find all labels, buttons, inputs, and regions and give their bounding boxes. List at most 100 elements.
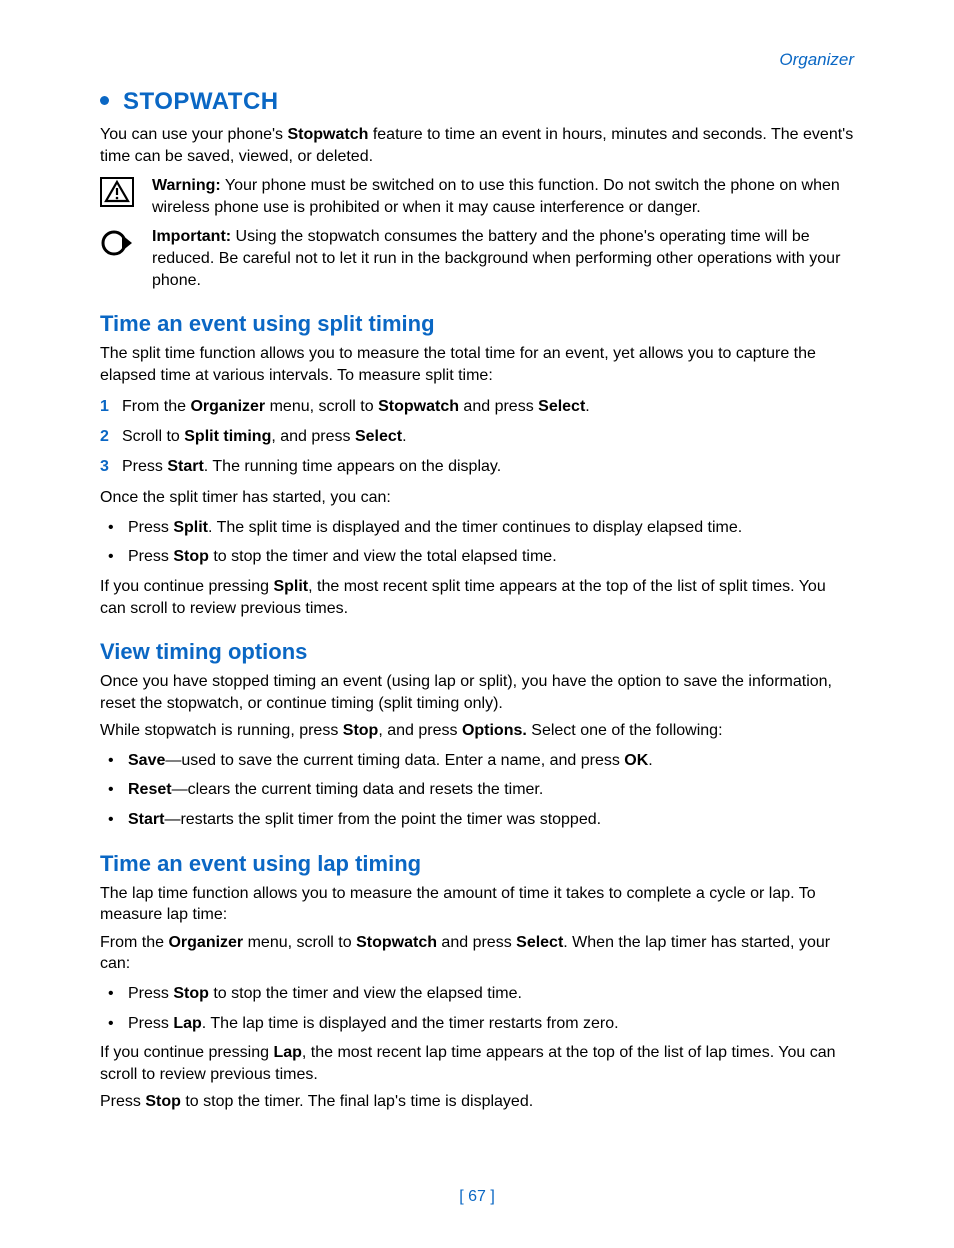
split-bullet-list: Press Split. The split time is displayed… (100, 517, 854, 568)
intro-paragraph: You can use your phone's Stopwatch featu… (100, 124, 854, 167)
split-intro: The split time function allows you to me… (100, 343, 854, 386)
heading-lap-timing: Time an event using lap timing (100, 851, 854, 877)
text: —restarts the split timer from the point… (164, 811, 601, 828)
important-icon (100, 226, 134, 260)
view-bullet-list: Save—used to save the current timing dat… (100, 750, 854, 831)
warning-text: Warning: Your phone must be switched on … (152, 175, 854, 218)
bold-text: Stop (343, 722, 379, 739)
list-item: 3 Press Start. The running time appears … (100, 456, 854, 478)
bold-text: Stopwatch (356, 934, 437, 951)
lap-final: Press Stop to stop the timer. The final … (100, 1091, 854, 1113)
bold-text: Organizer (190, 398, 265, 415)
bold-text: Stop (173, 985, 209, 1002)
text: You can use your phone's (100, 126, 288, 143)
text: While stopwatch is running, press (100, 722, 343, 739)
text: Press (128, 548, 173, 565)
list-item: Save—used to save the current timing dat… (100, 750, 854, 772)
text: . (585, 398, 589, 415)
bold-text: Select (355, 428, 402, 445)
text: Your phone must be switched on to use th… (152, 177, 840, 216)
split-tail: If you continue pressing Split, the most… (100, 576, 854, 619)
lap-p2: From the Organizer menu, scroll to Stopw… (100, 932, 854, 975)
heading-text: Stopwatch (123, 88, 279, 115)
bold-text: Stop (173, 548, 209, 565)
text: Using the stopwatch consumes the battery… (152, 228, 840, 288)
split-after: Once the split timer has started, you ca… (100, 487, 854, 509)
text: Press (100, 1093, 145, 1110)
text: If you continue pressing (100, 1044, 273, 1061)
text: Press (128, 1015, 173, 1032)
text: . (402, 428, 406, 445)
bold-text: Stopwatch (378, 398, 459, 415)
text: and press (437, 934, 516, 951)
view-p1: Once you have stopped timing an event (u… (100, 671, 854, 714)
text: From the (100, 934, 168, 951)
step-number: 1 (100, 396, 109, 418)
text: menu, scroll to (243, 934, 356, 951)
bold-text: Stop (145, 1093, 181, 1110)
bold-text: Save (128, 752, 165, 769)
bold-text: Options. (462, 722, 527, 739)
list-item: Reset—clears the current timing data and… (100, 779, 854, 801)
text: to stop the timer. The final lap's time … (181, 1093, 533, 1110)
text: . (648, 752, 652, 769)
text: , and press (271, 428, 355, 445)
text: Press (128, 985, 173, 1002)
text: menu, scroll to (265, 398, 378, 415)
text: to stop the timer and view the elapsed t… (209, 985, 522, 1002)
text: If you continue pressing (100, 578, 273, 595)
text: Select one of the following: (527, 722, 723, 739)
list-item: 2 Scroll to Split timing, and press Sele… (100, 426, 854, 448)
text: Scroll to (122, 428, 184, 445)
warning-icon (100, 175, 134, 209)
text: . The split time is displayed and the ti… (208, 519, 742, 536)
text: From the (122, 398, 190, 415)
bold-text: Select (516, 934, 563, 951)
page-content: Organizer Stopwatch You can use your pho… (0, 0, 954, 1159)
text: Press (122, 458, 167, 475)
lap-intro: The lap time function allows you to meas… (100, 883, 854, 926)
step-number: 2 (100, 426, 109, 448)
heading-view-options: View timing options (100, 639, 854, 665)
text: , and press (378, 722, 462, 739)
heading-bullet-icon (100, 96, 109, 105)
bold-text: Split (173, 519, 208, 536)
bold-text: Lap (273, 1044, 301, 1061)
important-note: Important: Using the stopwatch consumes … (100, 226, 854, 291)
text: —used to save the current timing data. E… (165, 752, 624, 769)
lap-bullet-list: Press Stop to stop the timer and view th… (100, 983, 854, 1034)
list-item: Press Stop to stop the timer and view th… (100, 546, 854, 568)
bold-text: Start (128, 811, 164, 828)
view-p2: While stopwatch is running, press Stop, … (100, 720, 854, 742)
warning-label: Warning: (152, 177, 221, 194)
bold-text: Split timing (184, 428, 271, 445)
bold-text: Stopwatch (288, 126, 369, 143)
split-steps-list: 1 From the Organizer menu, scroll to Sto… (100, 396, 854, 477)
heading-split-timing: Time an event using split timing (100, 311, 854, 337)
text: to stop the timer and view the total ela… (209, 548, 557, 565)
text: . The running time appears on the displa… (204, 458, 501, 475)
important-text: Important: Using the stopwatch consumes … (152, 226, 854, 291)
bold-text: Reset (128, 781, 172, 798)
lap-tail: If you continue pressing Lap, the most r… (100, 1042, 854, 1085)
bold-text: Split (273, 578, 308, 595)
list-item: Press Stop to stop the timer and view th… (100, 983, 854, 1005)
step-number: 3 (100, 456, 109, 478)
list-item: Press Split. The split time is displayed… (100, 517, 854, 539)
bold-text: Organizer (168, 934, 243, 951)
page-header-section: Organizer (100, 50, 854, 70)
text: and press (459, 398, 538, 415)
important-label: Important: (152, 228, 231, 245)
text: . The lap time is displayed and the time… (202, 1015, 619, 1032)
text: —clears the current timing data and rese… (172, 781, 544, 798)
bold-text: Select (538, 398, 585, 415)
heading-stopwatch: Stopwatch (100, 88, 854, 116)
list-item: 1 From the Organizer menu, scroll to Sto… (100, 396, 854, 418)
bold-text: Start (167, 458, 203, 475)
list-item: Press Lap. The lap time is displayed and… (100, 1013, 854, 1035)
text: Press (128, 519, 173, 536)
bold-text: Lap (173, 1015, 201, 1032)
page-number: [ 67 ] (0, 1188, 954, 1206)
warning-note: Warning: Your phone must be switched on … (100, 175, 854, 218)
bold-text: OK (624, 752, 648, 769)
